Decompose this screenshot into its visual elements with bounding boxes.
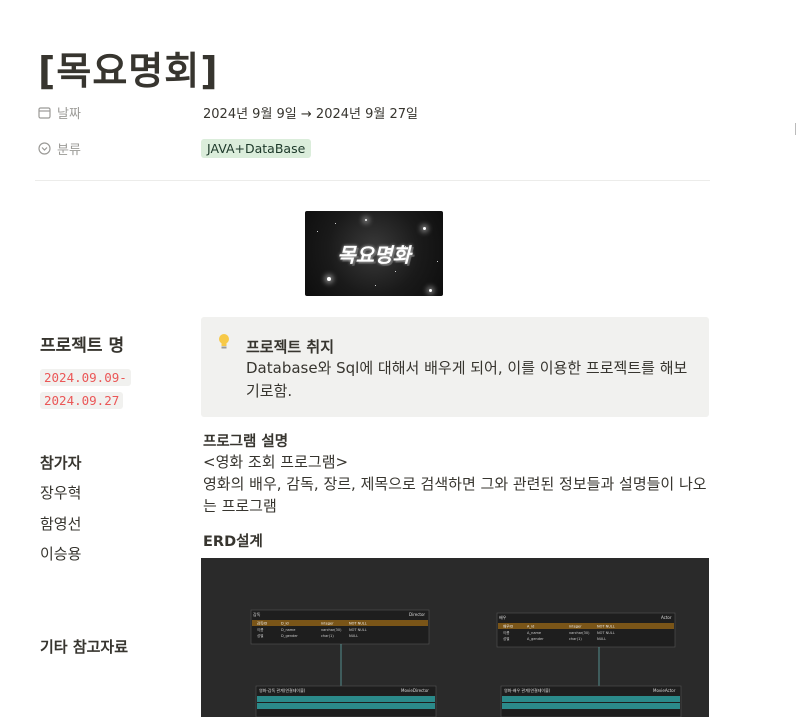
- erd-cell: 성별: [503, 636, 509, 641]
- erd-cell: D_id: [281, 622, 289, 626]
- erd-table-name: Director: [409, 612, 425, 617]
- erd-cell: NOT NULL: [597, 631, 615, 635]
- erd-cell: NOT NULL: [349, 622, 367, 626]
- erd-cell: integer: [569, 625, 582, 629]
- erd-cell: A_gender: [527, 637, 544, 641]
- cover-image[interactable]: 목요명화: [305, 211, 443, 296]
- erd-cell: char(1): [569, 637, 582, 641]
- erd-cell: NULL: [349, 634, 358, 638]
- erd-cell: char(1): [321, 634, 334, 638]
- erd-cell: NOT NULL: [349, 628, 367, 632]
- page-title[interactable]: [목요명회]: [38, 40, 219, 95]
- members-heading: 참가자: [40, 454, 82, 472]
- program-description: 영화의 배우, 감독, 장르, 제목으로 검색하면 그와 관련된 정보들과 설명…: [203, 475, 707, 515]
- project-date-start: 2024.09.09-: [40, 367, 131, 386]
- erd-cell: 감독ID: [257, 621, 267, 626]
- erd-cell: 이름: [257, 627, 264, 632]
- erd-table-movieactor: 영화-배우 관계(연결테이블) MovieActor: [500, 685, 682, 717]
- erd-cell: NOT NULL: [597, 625, 615, 629]
- erd-cell: A_name: [527, 631, 541, 635]
- erd-cell: integer: [321, 622, 334, 626]
- erd-cell: 성별: [257, 633, 263, 638]
- erd-cell: varchar(30): [321, 628, 342, 632]
- erd-cell: A_id: [527, 625, 534, 629]
- erd-table-name: Actor: [661, 615, 672, 620]
- erd-table-actor: 배우 Actor 배우ID A_id integer NOT NULL 이름 A…: [496, 612, 676, 648]
- callout-block[interactable]: 프로젝트 취지 Database와 Sql에 대해서 배우게 되어, 이를 이용…: [201, 317, 709, 417]
- property-value-date[interactable]: 2024년 9월 9일 → 2024년 9월 27일: [203, 103, 418, 122]
- divider: [35, 180, 710, 181]
- select-icon: [38, 142, 51, 155]
- erd-diagram-image[interactable]: 감독 Director 감독ID D_id integer NOT NULL 이…: [201, 558, 709, 717]
- erd-cell: 이름: [503, 630, 510, 635]
- property-label-date[interactable]: 날짜: [38, 103, 81, 122]
- project-name-heading: 프로젝트 명: [40, 336, 125, 356]
- scroll-edge-marker: [795, 123, 800, 135]
- callout-body: Database와 Sql에 대해서 배우게 되어, 이를 이용한 프로젝트를 …: [246, 359, 688, 400]
- property-label-text: 날짜: [57, 107, 81, 122]
- property-label-text: 분류: [57, 143, 81, 158]
- erd-table-name: MovieActor: [653, 688, 676, 693]
- erd-cell: NULL: [597, 637, 606, 641]
- erd-table-moviedirector: 영화-감독 관계(연결테이블) MovieDirector: [255, 685, 437, 717]
- property-label-category[interactable]: 분류: [38, 139, 81, 158]
- project-date-end: 2024.09.27: [40, 390, 124, 409]
- program-heading: 프로그램 설명: [203, 434, 289, 450]
- cover-logo-text: 목요명화: [337, 243, 411, 267]
- erd-table-title: 영화-감독 관계(연결테이블): [259, 687, 306, 693]
- erd-cell: D_name: [281, 628, 295, 632]
- callout-title: 프로젝트 취지: [246, 338, 335, 356]
- calendar-icon: [38, 107, 51, 119]
- lightbulb-icon: [219, 334, 229, 349]
- erd-heading: ERD설계: [203, 534, 263, 550]
- erd-table-director: 감독 Director 감독ID D_id integer NOT NULL 이…: [250, 609, 430, 645]
- erd-cell: D_gender: [281, 634, 298, 638]
- member-item: 이승용: [40, 545, 82, 563]
- category-tag: JAVA+DataBase: [201, 139, 312, 158]
- member-item: 장우혁: [40, 484, 82, 502]
- inline-code: 2024.09.27: [40, 392, 124, 409]
- erd-table-title: 배우: [499, 614, 507, 620]
- erd-table-name: MovieDirector: [401, 688, 429, 693]
- inline-code: 2024.09.09-: [40, 369, 131, 386]
- references-heading: 기타 참고자료: [40, 638, 129, 656]
- property-value-category[interactable]: JAVA+DataBase: [201, 138, 312, 158]
- erd-table-title: 영화-배우 관계(연결테이블): [504, 687, 551, 693]
- erd-table-title: 감독: [253, 611, 261, 617]
- program-subtitle: <영화 조회 프로그램>: [203, 453, 349, 471]
- erd-cell: 배우ID: [503, 624, 513, 629]
- erd-cell: varchar(30): [569, 631, 590, 635]
- member-item: 함영선: [40, 515, 82, 533]
